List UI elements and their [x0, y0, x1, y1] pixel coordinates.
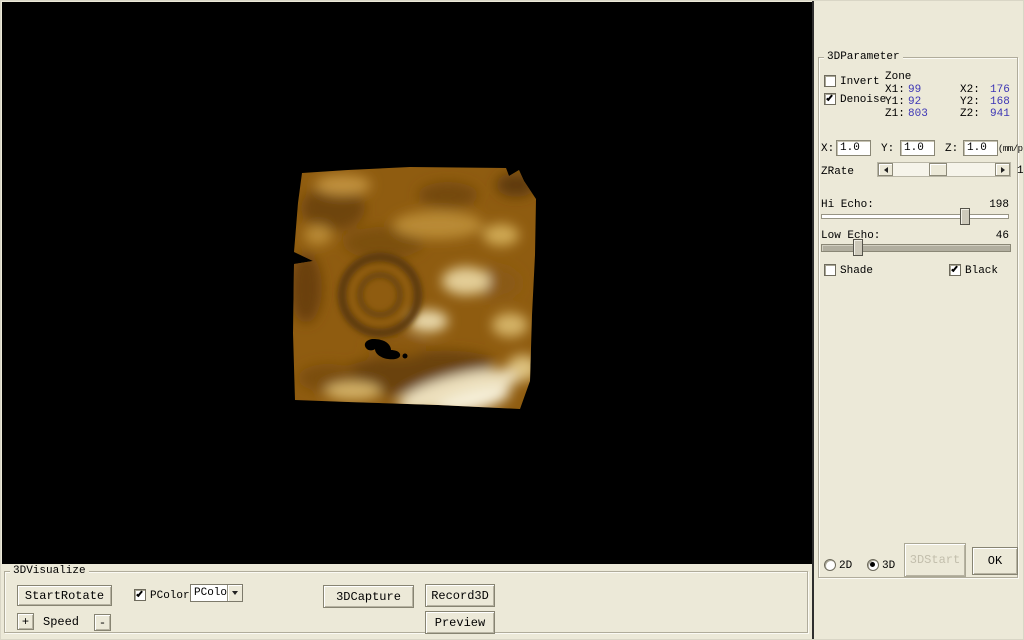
- mode-3d-radio[interactable]: [867, 559, 879, 571]
- zrate-label: ZRate: [821, 166, 854, 178]
- hi-echo-thumb[interactable]: [960, 208, 970, 225]
- zrate-value: 1: [1017, 165, 1024, 177]
- zone-coordinates: X1: 99 X2: 176 Y1: 92 Y2: 168 Z1: 803 Z2…: [885, 84, 1024, 120]
- visualize-groupbox: 3DVisualize StartRotate + Speed - PColor…: [4, 571, 808, 633]
- zrate-thumb[interactable]: [929, 163, 947, 176]
- zone-z1-value: 803: [908, 108, 960, 120]
- invert-label: Invert: [840, 76, 880, 88]
- preview-button[interactable]: Preview: [425, 611, 495, 634]
- capture-button[interactable]: 3DCapture: [323, 585, 414, 608]
- shade-label: Shade: [840, 265, 873, 277]
- pcolor-select-button[interactable]: [227, 585, 242, 601]
- speed-minus-button[interactable]: -: [94, 614, 111, 631]
- pcolor-checkbox[interactable]: [134, 589, 146, 601]
- zone-x2-value: 176: [990, 84, 1024, 96]
- scale-y-label: Y:: [881, 143, 894, 155]
- arrow-right-icon: [1001, 167, 1005, 173]
- black-label: Black: [965, 265, 998, 277]
- zone-z1-label: Z1:: [885, 108, 908, 120]
- scale-x-label: X:: [821, 143, 834, 155]
- chevron-down-icon: [232, 591, 238, 595]
- parameter-groupbox: 3DParameter Invert Denoise Zone X1: 99 X…: [818, 57, 1018, 578]
- zone-y2-value: 168: [990, 96, 1024, 108]
- ultrasound-3d-render: [288, 163, 540, 413]
- start3d-button[interactable]: 3DStart: [904, 543, 966, 577]
- low-echo-thumb[interactable]: [853, 239, 863, 256]
- speed-label: Speed: [43, 616, 79, 628]
- scale-y-input[interactable]: [900, 140, 935, 156]
- hi-echo-value: 198: [979, 199, 1009, 211]
- zone-z2-value: 941: [990, 108, 1024, 120]
- record-button[interactable]: Record3D: [425, 584, 495, 607]
- black-checkbox[interactable]: [949, 264, 961, 276]
- denoise-checkbox[interactable]: [824, 93, 836, 105]
- arrow-left-icon: [884, 167, 888, 173]
- zrate-scroll-right-button[interactable]: [995, 163, 1010, 176]
- scale-x-input[interactable]: [836, 140, 871, 156]
- mode-2d-label: 2D: [839, 560, 852, 572]
- invert-checkbox[interactable]: [824, 75, 836, 87]
- ok-button[interactable]: OK: [972, 547, 1018, 575]
- pcolor-label: PColor: [150, 590, 190, 602]
- denoise-label: Denoise: [840, 94, 886, 106]
- start-rotate-button[interactable]: StartRotate: [17, 585, 112, 606]
- low-echo-label: Low Echo:: [821, 230, 880, 242]
- check-icon: [136, 590, 143, 597]
- zone-label: Zone: [885, 71, 911, 83]
- hi-echo-label: Hi Echo:: [821, 199, 874, 211]
- low-echo-value: 46: [979, 230, 1009, 242]
- check-icon: [826, 94, 833, 101]
- zrate-scroll-left-button[interactable]: [878, 163, 893, 176]
- check-icon: [951, 265, 958, 272]
- pcolor-select[interactable]: PColor: [190, 584, 243, 602]
- speed-plus-button[interactable]: +: [17, 613, 34, 630]
- parameter-panel: 3DParameter Invert Denoise Zone X1: 99 X…: [812, 0, 1024, 640]
- visualize-group-title: 3DVisualize: [10, 565, 89, 578]
- zone-y1-value: 92: [908, 96, 960, 108]
- mode-2d-radio[interactable]: [824, 559, 836, 571]
- dot-icon: [870, 562, 875, 567]
- zone-z2-label: Z2:: [960, 108, 990, 120]
- scale-unit-label: (mm/p): [998, 143, 1024, 155]
- visualize-panel: 3DVisualize StartRotate + Speed - PColor…: [0, 564, 812, 640]
- low-echo-track[interactable]: [821, 244, 1011, 252]
- scale-z-input[interactable]: [963, 140, 998, 156]
- mode-3d-label: 3D: [882, 560, 895, 572]
- zone-y1-label: Y1:: [885, 96, 908, 108]
- zrate-scrollbar[interactable]: [877, 162, 1011, 177]
- zone-x1-value: 99: [908, 84, 960, 96]
- scale-z-label: Z:: [945, 143, 958, 155]
- shade-checkbox[interactable]: [824, 264, 836, 276]
- hi-echo-track[interactable]: [821, 214, 1009, 219]
- zone-x1-label: X1:: [885, 84, 908, 96]
- render-viewport[interactable]: [2, 2, 812, 564]
- zone-y2-label: Y2:: [960, 96, 990, 108]
- zone-x2-label: X2:: [960, 84, 990, 96]
- parameter-group-title: 3DParameter: [824, 51, 903, 64]
